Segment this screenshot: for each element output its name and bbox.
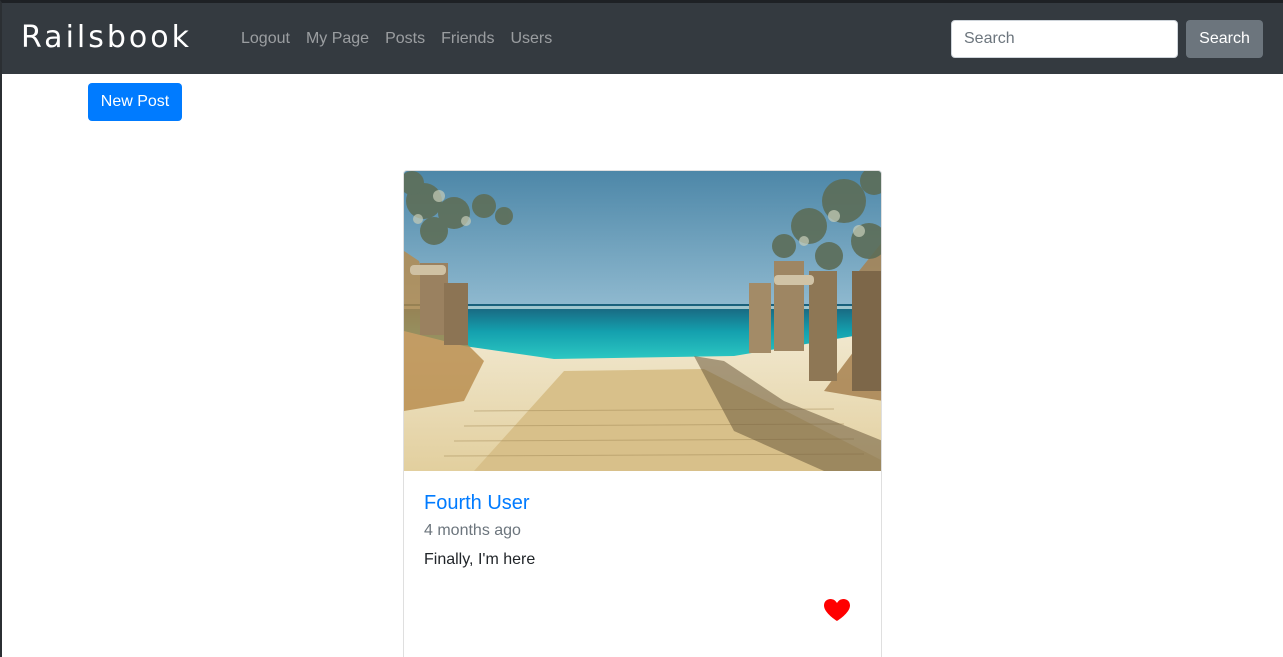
nav-links: Logout My Page Posts Friends Users	[241, 29, 568, 49]
navbar: Railsbook Logout My Page Posts Friends U…	[2, 3, 1283, 74]
nav-link-my-page[interactable]: My Page	[306, 29, 369, 49]
heart-icon[interactable]	[823, 598, 851, 622]
post-body: Fourth User 4 months ago Finally, I'm he…	[424, 490, 864, 570]
app-window: Railsbook Logout My Page Posts Friends U…	[0, 0, 1283, 657]
post-image	[404, 171, 881, 471]
brand-logo[interactable]: Railsbook	[21, 20, 192, 56]
nav-link-users[interactable]: Users	[510, 29, 552, 49]
search-button[interactable]: Search	[1186, 20, 1263, 58]
nav-link-posts[interactable]: Posts	[385, 29, 425, 49]
nav-link-logout[interactable]: Logout	[241, 29, 290, 49]
post-author-link[interactable]: Fourth User	[424, 490, 864, 516]
new-post-button[interactable]: New Post	[88, 83, 182, 121]
post-timestamp: 4 months ago	[424, 522, 521, 539]
nav-link-friends[interactable]: Friends	[441, 29, 494, 49]
post-text: Finally, I'm here	[424, 551, 536, 568]
search-input[interactable]	[951, 20, 1178, 58]
post-card: Fourth User 4 months ago Finally, I'm he…	[403, 170, 882, 657]
